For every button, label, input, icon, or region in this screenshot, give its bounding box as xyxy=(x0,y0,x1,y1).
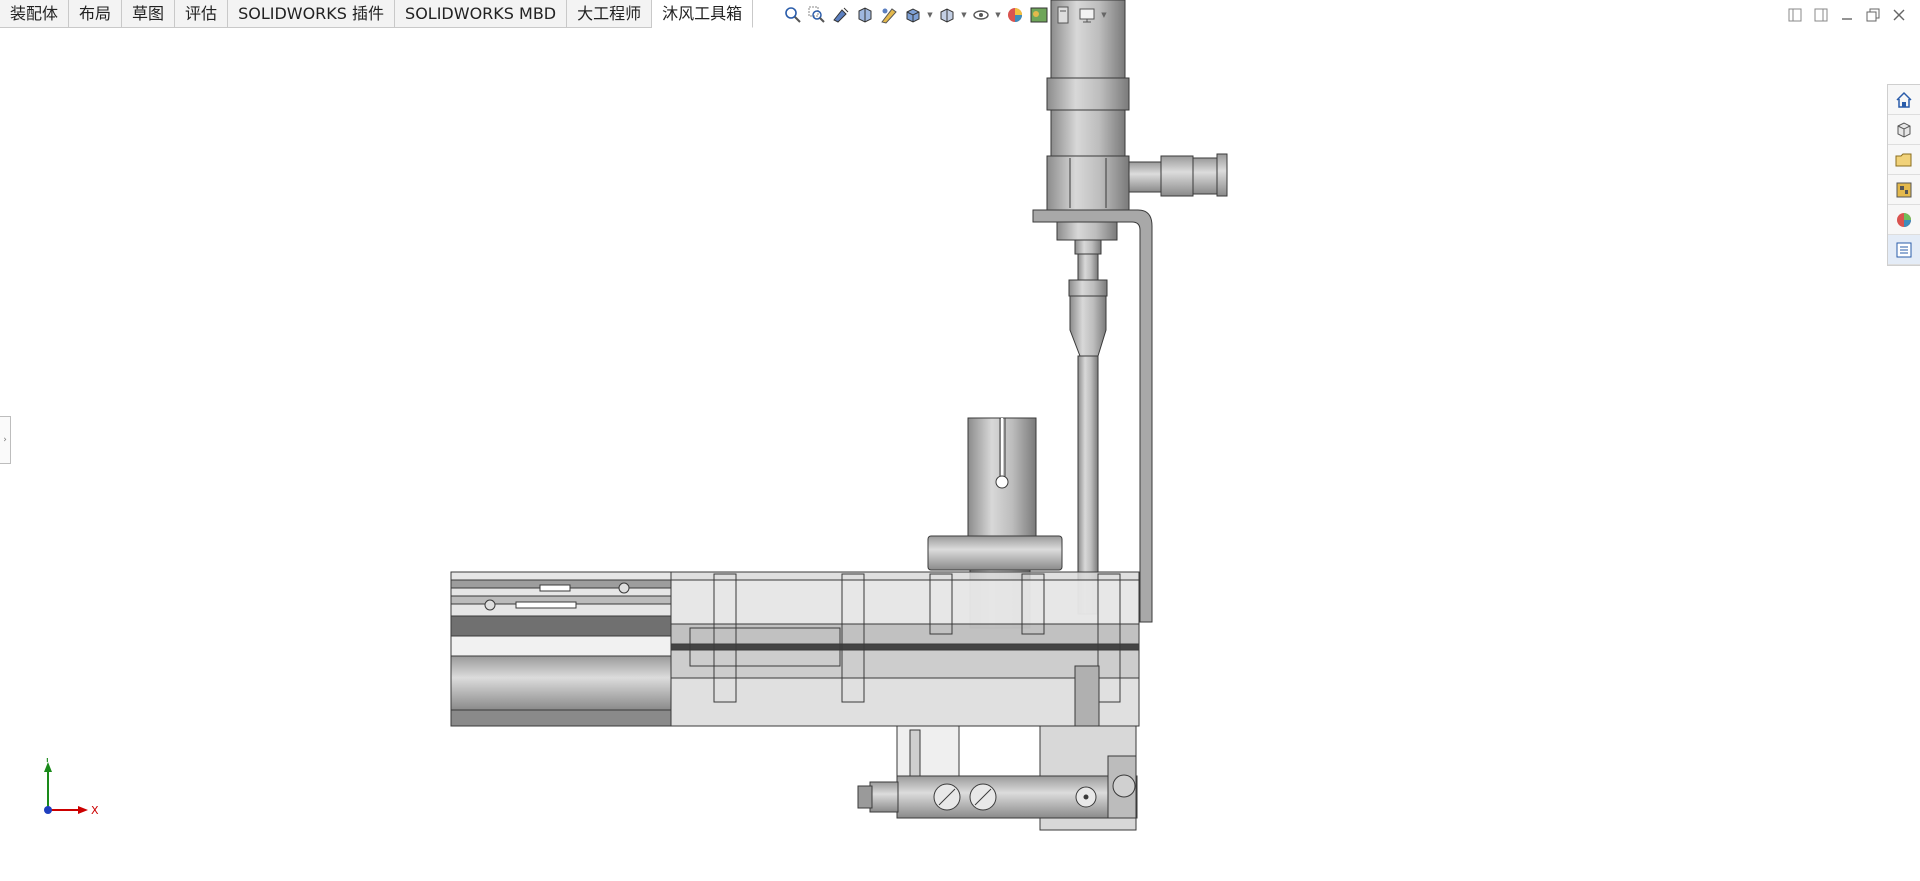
display-style-dropdown-icon[interactable]: ▼ xyxy=(960,4,968,26)
bottom-block xyxy=(857,725,1138,831)
linear-slide xyxy=(450,571,1140,731)
model-viewport[interactable] xyxy=(0,0,1920,881)
heads-up-view-toolbar: ▼ ▼ ▼ ▼ xyxy=(782,3,1108,27)
tab-solidworks-addins[interactable]: SOLIDWORKS 插件 xyxy=(228,0,396,27)
nozzle-rod xyxy=(1056,221,1118,615)
tile-right-icon[interactable] xyxy=(1810,4,1832,26)
view-palette-icon[interactable] xyxy=(1888,175,1920,205)
dynamic-annotation-icon[interactable] xyxy=(878,4,900,26)
close-icon[interactable] xyxy=(1888,4,1910,26)
center-post xyxy=(927,417,1063,629)
minimize-icon[interactable] xyxy=(1836,4,1858,26)
solidworks-resources-home-icon[interactable] xyxy=(1888,85,1920,115)
reference-triad: Y X xyxy=(43,758,99,817)
file-explorer-icon[interactable] xyxy=(1888,145,1920,175)
view-orientation-dropdown-icon[interactable]: ▼ xyxy=(926,4,934,26)
appearances-scenes-icon[interactable] xyxy=(1888,205,1920,235)
restore-icon[interactable] xyxy=(1862,4,1884,26)
view-orientation-icon[interactable] xyxy=(902,4,924,26)
tab-sketch[interactable]: 草图 xyxy=(122,0,176,27)
vertical-cylinder xyxy=(1046,0,1228,211)
triad-y-label: Y xyxy=(43,758,51,765)
apply-scene-icon[interactable] xyxy=(1028,4,1050,26)
section-view-icon[interactable] xyxy=(854,4,876,26)
hide-show-dropdown-icon[interactable]: ▼ xyxy=(994,4,1002,26)
command-manager-tabs: 装配体 布局 草图 评估 SOLIDWORKS 插件 SOLIDWORKS MB… xyxy=(0,0,754,28)
hide-show-items-icon[interactable] xyxy=(970,4,992,26)
tile-left-icon[interactable] xyxy=(1784,4,1806,26)
document-window-controls xyxy=(1784,4,1910,26)
feature-manager-expand-handle[interactable]: › xyxy=(0,416,11,464)
display-monitor-dropdown-icon[interactable]: ▼ xyxy=(1100,4,1108,26)
previous-view-icon[interactable] xyxy=(830,4,852,26)
tab-mufeng-toolbox[interactable]: 沐风工具箱 xyxy=(652,0,754,28)
tab-layout[interactable]: 布局 xyxy=(69,0,123,27)
tab-assembly[interactable]: 装配体 xyxy=(0,0,70,27)
edit-appearance-icon[interactable] xyxy=(1004,4,1026,26)
tab-evaluate[interactable]: 评估 xyxy=(175,0,229,27)
design-library-icon[interactable] xyxy=(1888,115,1920,145)
tab-big-engineer[interactable]: 大工程师 xyxy=(567,0,653,27)
tab-solidworks-mbd[interactable]: SOLIDWORKS MBD xyxy=(395,0,568,27)
task-pane-tabs xyxy=(1887,84,1920,266)
custom-properties-icon[interactable] xyxy=(1888,235,1920,265)
zoom-to-area-icon[interactable] xyxy=(806,4,828,26)
l-bracket xyxy=(1032,209,1153,623)
triad-x-label: X xyxy=(91,804,99,817)
view-settings-icon[interactable] xyxy=(1052,4,1074,26)
display-style-icon[interactable] xyxy=(936,4,958,26)
zoom-to-fit-icon[interactable] xyxy=(782,4,804,26)
display-monitor-icon[interactable] xyxy=(1076,4,1098,26)
expand-arrow-icon: › xyxy=(3,435,7,445)
